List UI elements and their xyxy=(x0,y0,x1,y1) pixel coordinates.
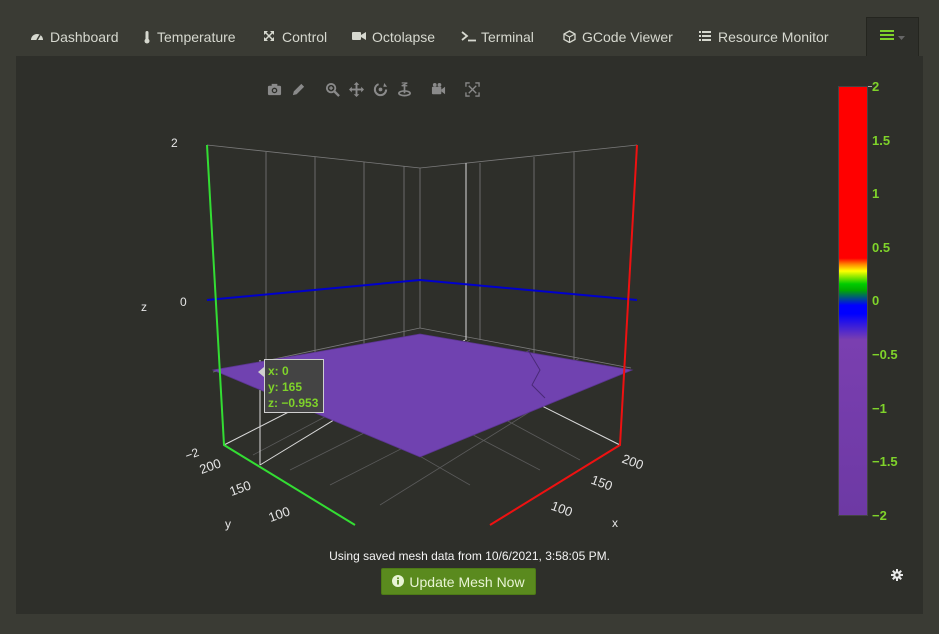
tooltip-x: x: 0 xyxy=(268,364,289,378)
colorbar-tick-label: 0 xyxy=(872,293,880,308)
zero-plane-line xyxy=(206,278,638,301)
plot-modebar xyxy=(262,80,484,98)
colorbar-tick-label: 1.5 xyxy=(872,133,891,148)
turntable-icon[interactable] xyxy=(392,80,416,98)
reset-camera-icon[interactable] xyxy=(426,80,450,98)
tooltip-z: z: −0.953 xyxy=(268,396,319,410)
camera-icon[interactable] xyxy=(262,80,286,98)
x-axis-title: x xyxy=(612,516,618,530)
update-mesh-button[interactable]: Update Mesh Now xyxy=(381,568,536,595)
colorbar-tick-label: 1 xyxy=(872,186,880,201)
modebar-spacer xyxy=(416,80,426,98)
hover-tooltip: x: 0 y: 165 z: −0.953 xyxy=(264,359,324,413)
info-circle-icon xyxy=(392,574,405,590)
z-axis-title: z xyxy=(141,300,147,314)
colorbar-tick-label: 0.5 xyxy=(872,240,891,255)
pan-icon[interactable] xyxy=(344,80,368,98)
y-tick-label: 200 xyxy=(197,455,223,477)
x-axis-line xyxy=(489,144,638,526)
orbit-icon[interactable] xyxy=(368,80,392,98)
update-mesh-label: Update Mesh Now xyxy=(409,573,525,590)
colorbar xyxy=(838,86,868,516)
mesh-info-text: Using saved mesh data from 10/6/2021, 3:… xyxy=(329,549,610,563)
modebar-spacer xyxy=(310,80,320,98)
settings-gear-button[interactable] xyxy=(887,567,907,587)
pencil-icon[interactable] xyxy=(286,80,310,98)
z-tick-label: 0 xyxy=(180,295,187,309)
modebar-spacer xyxy=(450,80,460,98)
y-tick-label: 150 xyxy=(227,477,253,499)
autoscale-icon[interactable] xyxy=(460,80,484,98)
zoom-icon[interactable] xyxy=(320,80,344,98)
colorbar-tick-label: 2 xyxy=(872,79,880,94)
colorbar-tick-label: −1.5 xyxy=(872,454,898,469)
x-tick-label: 150 xyxy=(589,472,615,494)
y-axis-line xyxy=(206,144,356,526)
colorbar-tick-label: −2 xyxy=(872,508,887,523)
z-tick-label: −2 xyxy=(183,445,201,463)
x-tick-label: 200 xyxy=(620,451,646,473)
x-tick-label: 100 xyxy=(549,498,575,520)
y-axis-title: y xyxy=(225,517,231,531)
z-tick-label: 2 xyxy=(171,136,178,150)
gear-icon xyxy=(891,568,903,586)
y-tick-label: 100 xyxy=(266,503,292,525)
colorbar-tick-label: −0.5 xyxy=(872,347,898,362)
colorbar-tick-label: −1 xyxy=(872,401,887,416)
tooltip-y: y: 165 xyxy=(268,380,303,394)
